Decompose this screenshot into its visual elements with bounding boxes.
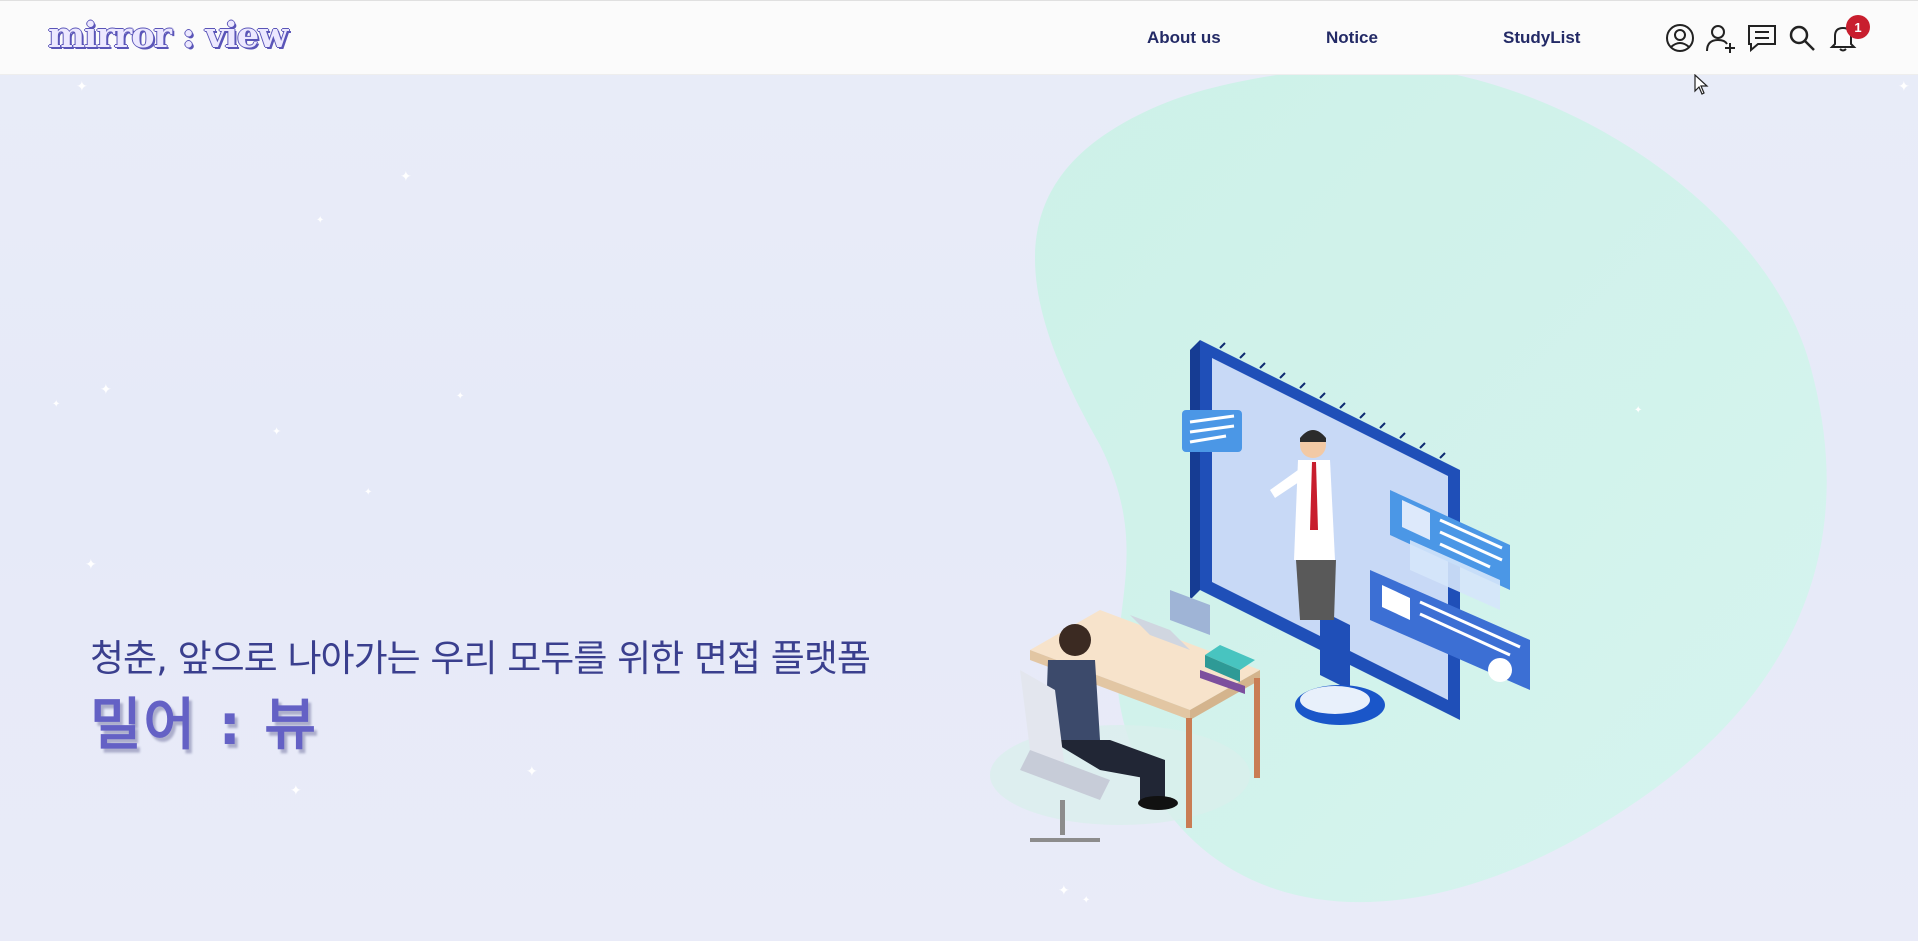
sparkle: ✦ [456,391,465,402]
sparkle: ✦ [400,169,412,185]
nav-studylist[interactable]: StudyList [1503,28,1580,48]
sparkle: ✦ [1082,895,1091,906]
hero-subtitle: 청춘, 앞으로 나아가는 우리 모두를 위한 면접 플랫폼 [90,637,871,680]
user-add-icon[interactable] [1704,21,1738,55]
sparkle: ✦ [1634,405,1643,416]
sparkle: ✦ [364,487,373,498]
sparkle: ✦ [52,399,61,410]
sparkle: ✦ [1898,79,1910,95]
hero-title: 밀어 : 뷰 [90,693,318,758]
sparkle: ✦ [76,79,88,95]
site-logo[interactable]: mirror : view [48,15,288,56]
sparkle: ✦ [1058,883,1070,899]
chat-icon[interactable] [1745,21,1779,55]
interview-illustration [990,340,1530,842]
notification-badge: 1 [1846,15,1870,39]
top-navbar: mirror : view About us Notice StudyList [0,0,1918,75]
nav-about-us[interactable]: About us [1147,28,1221,48]
sparkle: ✦ [100,382,112,398]
user-circle-icon[interactable] [1663,21,1697,55]
sparkle: ✦ [526,764,538,780]
sparkle: ✦ [290,783,302,799]
mouse-cursor-icon [1694,74,1709,95]
search-icon[interactable] [1785,21,1819,55]
sparkle: ✦ [85,557,97,573]
nav-notice[interactable]: Notice [1326,28,1378,48]
sparkle: ✦ [272,425,282,438]
sparkle: ✦ [316,215,325,226]
